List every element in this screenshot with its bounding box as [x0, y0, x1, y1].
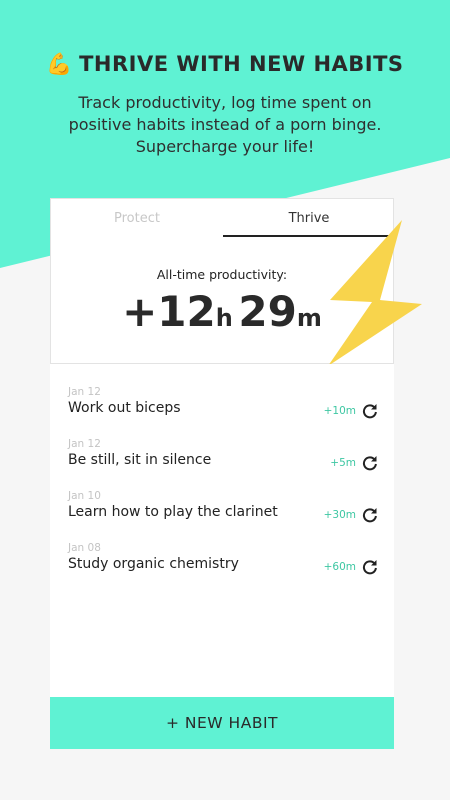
lightning-bolt-icon — [328, 220, 422, 366]
refresh-icon[interactable] — [362, 455, 378, 471]
refresh-icon[interactable] — [362, 403, 378, 419]
refresh-icon[interactable] — [362, 507, 378, 523]
minutes-unit: m — [296, 304, 322, 332]
habit-gain: +60m — [323, 561, 356, 573]
habit-date: Jan 10 — [68, 490, 101, 502]
habit-gain: +30m — [323, 509, 356, 521]
habit-gain: +5m — [330, 457, 356, 469]
productivity-minutes: 29 — [238, 287, 297, 336]
list-item[interactable]: Jan 12 Work out biceps +10m — [68, 386, 378, 419]
list-item[interactable]: Jan 10 Learn how to play the clarinet +3… — [68, 490, 378, 523]
subtitle-line: Supercharge your life! — [135, 137, 315, 156]
list-item[interactable]: Jan 08 Study organic chemistry +60m — [68, 542, 378, 575]
habit-date: Jan 12 — [68, 438, 101, 450]
refresh-icon[interactable] — [362, 559, 378, 575]
hours-unit: h — [215, 304, 233, 332]
habit-gain: +10m — [323, 405, 356, 417]
tab-protect[interactable]: Protect — [51, 211, 223, 226]
habit-date: Jan 12 — [68, 386, 101, 398]
page-title: 💪 THRIVE WITH NEW HABITS — [46, 52, 404, 76]
list-item[interactable]: Jan 12 Be still, sit in silence +5m — [68, 438, 378, 471]
habit-date: Jan 08 — [68, 542, 101, 554]
subtitle-line: Track productivity, log time spent on — [78, 93, 372, 112]
page-subtitle: Track productivity, log time spent on po… — [40, 92, 410, 158]
flexed-bicep-icon: 💪 — [46, 52, 74, 76]
new-habit-button[interactable]: + NEW HABIT — [50, 697, 394, 749]
productivity-hours: +12 — [122, 287, 216, 336]
subtitle-line: positive habits instead of a porn binge. — [68, 115, 382, 134]
habit-list: Jan 12 Work out biceps +10m Jan 12 Be st… — [50, 364, 394, 697]
